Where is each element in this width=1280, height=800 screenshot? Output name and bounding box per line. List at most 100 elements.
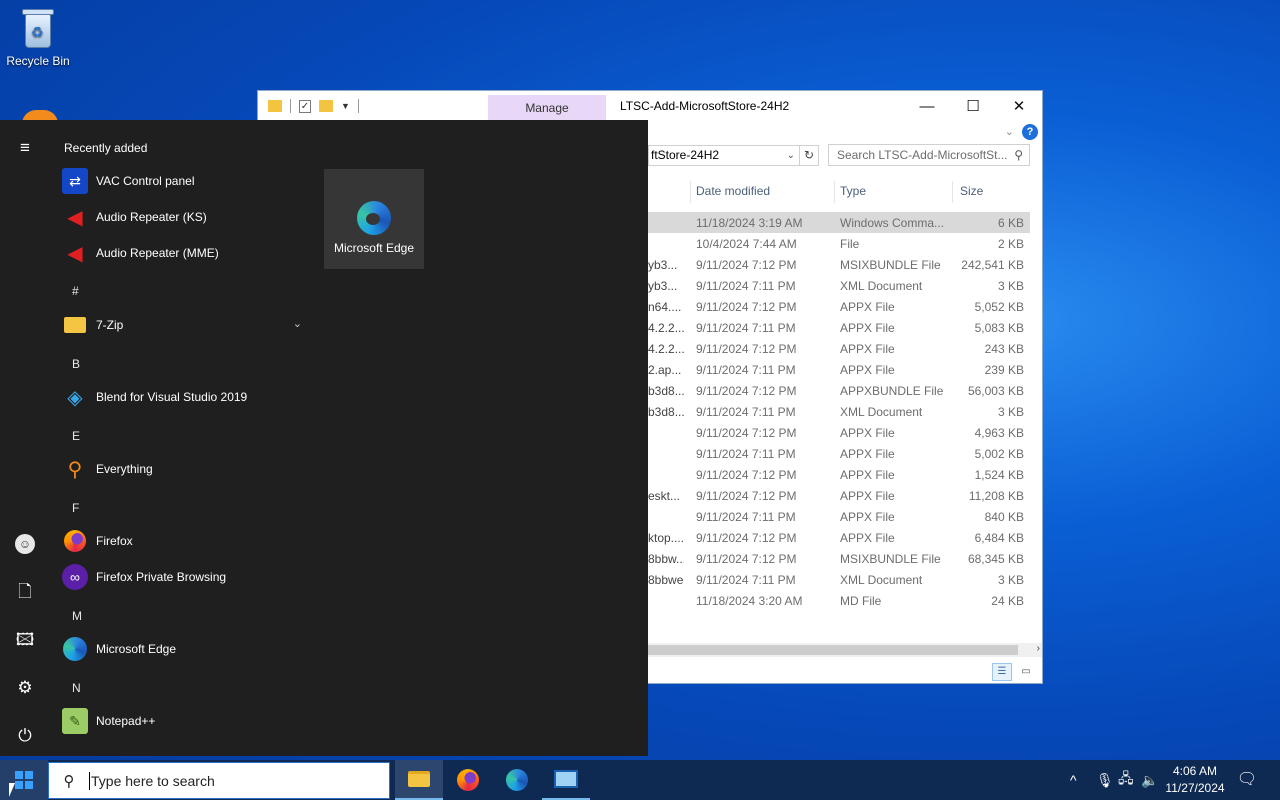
horizontal-scrollbar[interactable]: › [648,643,1042,657]
file-row[interactable]: yb3... 9/11/2024 7:11 PM XML Document 3 KB [648,275,1030,296]
refresh-button[interactable]: ↻ [799,145,819,166]
system-clock[interactable]: 4:06 AM 11/27/2024 [1160,763,1230,797]
power-icon[interactable]: ⏻ [13,724,37,748]
minimize-button[interactable]: — [904,91,950,121]
recycle-bin-icon: ♻ [19,6,57,50]
app-notepad-plus-plus[interactable]: ✎ Notepad++ [62,703,302,739]
file-type: APPXBUNDLE File [840,384,944,398]
file-row[interactable]: 9/11/2024 7:11 PM APPX File 5,002 KB [648,443,1030,464]
tab-manage[interactable]: Manage [488,95,606,121]
address-bar[interactable]: ftStore-24H2 ⌄ [648,145,800,166]
customize-toolbar-icon[interactable]: ▼ [341,101,350,111]
file-row[interactable]: 11/18/2024 3:19 AM Windows Comma... 6 KB [648,212,1030,233]
taskbar-edge[interactable] [493,760,541,800]
file-date: 10/4/2024 7:44 AM [696,237,797,251]
file-list: 11/18/2024 3:19 AM Windows Comma... 6 KB 10… [648,212,1030,611]
file-row[interactable]: ktop.... 9/11/2024 7:12 PM APPX File 6,484 … [648,527,1030,548]
file-date: 11/18/2024 3:19 AM [696,216,803,230]
file-row[interactable]: yb3... 9/11/2024 7:12 PM MSIXBUNDLE File 24… [648,254,1030,275]
chevron-down-icon[interactable]: ⌄ [293,317,302,330]
file-type: APPX File [840,426,895,440]
volume-icon[interactable]: 🔈 [1141,760,1158,800]
letter-header-hash[interactable]: # [72,284,79,298]
documents-icon[interactable]: 🗋 [13,580,37,604]
address-text: ftStore-24H2 [651,148,720,162]
file-name: 8bbwe [648,573,684,587]
maximize-button[interactable]: ☐ [950,91,996,121]
file-row[interactable]: 9/11/2024 7:11 PM APPX File 840 KB [648,506,1030,527]
file-type: APPX File [840,342,895,356]
show-hidden-icons[interactable]: ^ [1070,760,1077,800]
column-type[interactable]: Type [840,184,866,198]
file-row[interactable]: 2.ap... 9/11/2024 7:11 PM APPX File 239 KB [648,359,1030,380]
column-size[interactable]: Size [960,184,983,198]
taskbar-remote-desktop[interactable] [542,760,590,800]
edge-icon [506,769,528,791]
file-row[interactable]: 8bbwe 9/11/2024 7:11 PM XML Document 3 KB [648,569,1030,590]
pictures-icon[interactable]: 🖾 [13,628,37,652]
file-date: 9/11/2024 7:11 PM [696,363,796,377]
file-size: 56,003 KB [967,384,1024,398]
file-row[interactable]: 9/11/2024 7:12 PM APPX File 4,963 KB [648,422,1030,443]
app-firefox-private[interactable]: ∞ Firefox Private Browsing [62,559,302,595]
app-everything[interactable]: ⚲ Everything [62,451,302,487]
file-name: 8bbw... [648,552,684,566]
notification-icon[interactable]: 🗨 [1236,769,1258,791]
file-row[interactable]: 9/11/2024 7:12 PM APPX File 1,524 KB [648,464,1030,485]
app-audio-repeater-mme[interactable]: ◀ Audio Repeater (MME) [62,235,302,271]
recycle-bin[interactable]: ♻ Recycle Bin [6,6,70,68]
notepadpp-icon: ✎ [62,708,88,734]
tile-microsoft-edge[interactable]: Microsoft Edge [324,169,424,269]
details-view-icon[interactable]: ☰ [992,663,1012,681]
clock-date: 11/27/2024 [1165,781,1225,795]
app-blend[interactable]: ◈ Blend for Visual Studio 2019 [62,379,302,415]
close-button[interactable]: ✕ [996,91,1042,121]
settings-gear-icon[interactable]: ⚙ [13,676,37,700]
search-input[interactable]: Search LTSC-Add-MicrosoftSt... ⚲ [828,144,1030,166]
file-row[interactable]: 4.2.2.... 9/11/2024 7:11 PM APPX File 5,083… [648,317,1030,338]
app-microsoft-edge[interactable]: Microsoft Edge [62,631,302,667]
taskbar-search-box[interactable]: ⚲ Type here to search [48,762,390,799]
app-audio-repeater-ks[interactable]: ◀ Audio Repeater (KS) [62,199,302,235]
file-date: 11/18/2024 3:20 AM [696,594,803,608]
taskbar-firefox[interactable] [444,760,492,800]
file-row[interactable]: b3d8... 9/11/2024 7:12 PM APPXBUNDLE File 5… [648,380,1030,401]
file-row[interactable]: 11/18/2024 3:20 AM MD File 24 KB [648,590,1030,611]
start-button[interactable] [0,760,48,800]
new-folder-icon[interactable] [319,100,333,112]
letter-header-e[interactable]: E [72,429,80,443]
file-name: b3d8... [648,405,684,419]
letter-header-n[interactable]: N [72,681,81,695]
help-icon[interactable]: ? [1022,124,1038,140]
user-icon[interactable]: ☺ [13,531,37,555]
file-row[interactable]: b3d8... 9/11/2024 7:11 PM XML Document 3 KB [648,401,1030,422]
letter-header-f[interactable]: F [72,501,79,515]
column-date-modified[interactable]: Date modified [696,184,770,198]
file-size: 3 KB [997,405,1024,419]
microphone-icon[interactable]: 🎙 [1096,760,1114,800]
file-row[interactable]: 10/4/2024 7:44 AM File 2 KB [648,233,1030,254]
network-icon[interactable]: 🖧 [1118,760,1134,800]
chevron-down-icon[interactable]: ⌄ [787,146,795,165]
letter-header-m[interactable]: M [72,609,82,623]
file-row[interactable]: 8bbw... 9/11/2024 7:12 PM MSIXBUNDLE File 6… [648,548,1030,569]
scroll-right-icon[interactable]: › [1037,643,1040,654]
expand-ribbon-icon[interactable]: ⌄ [1005,125,1014,138]
file-date: 9/11/2024 7:12 PM [696,384,797,398]
file-row[interactable]: n64.... 9/11/2024 7:12 PM APPX File 5,052 K… [648,296,1030,317]
hamburger-icon[interactable]: ≡ [13,136,37,160]
taskbar-file-explorer[interactable] [395,760,443,800]
file-name: n64.... [648,300,682,314]
file-size: 239 KB [984,363,1024,377]
app-firefox[interactable]: Firefox [62,523,302,559]
app-7-zip[interactable]: 7-Zip ⌄ [62,307,302,343]
app-vac-control-panel[interactable]: ⇄ VAC Control panel [62,163,302,199]
file-size: 3 KB [997,573,1024,587]
everything-icon: ⚲ [67,458,83,481]
properties-icon[interactable]: ✓ [299,99,311,113]
large-icons-view-icon[interactable]: ▭ [1016,663,1036,681]
file-row[interactable]: 4.2.2.... 9/11/2024 7:12 PM APPX File 243 K… [648,338,1030,359]
file-row[interactable]: eskt... 9/11/2024 7:12 PM APPX File 11,208 … [648,485,1030,506]
letter-header-b[interactable]: B [72,357,80,371]
scrollbar-thumb[interactable] [648,645,1018,655]
